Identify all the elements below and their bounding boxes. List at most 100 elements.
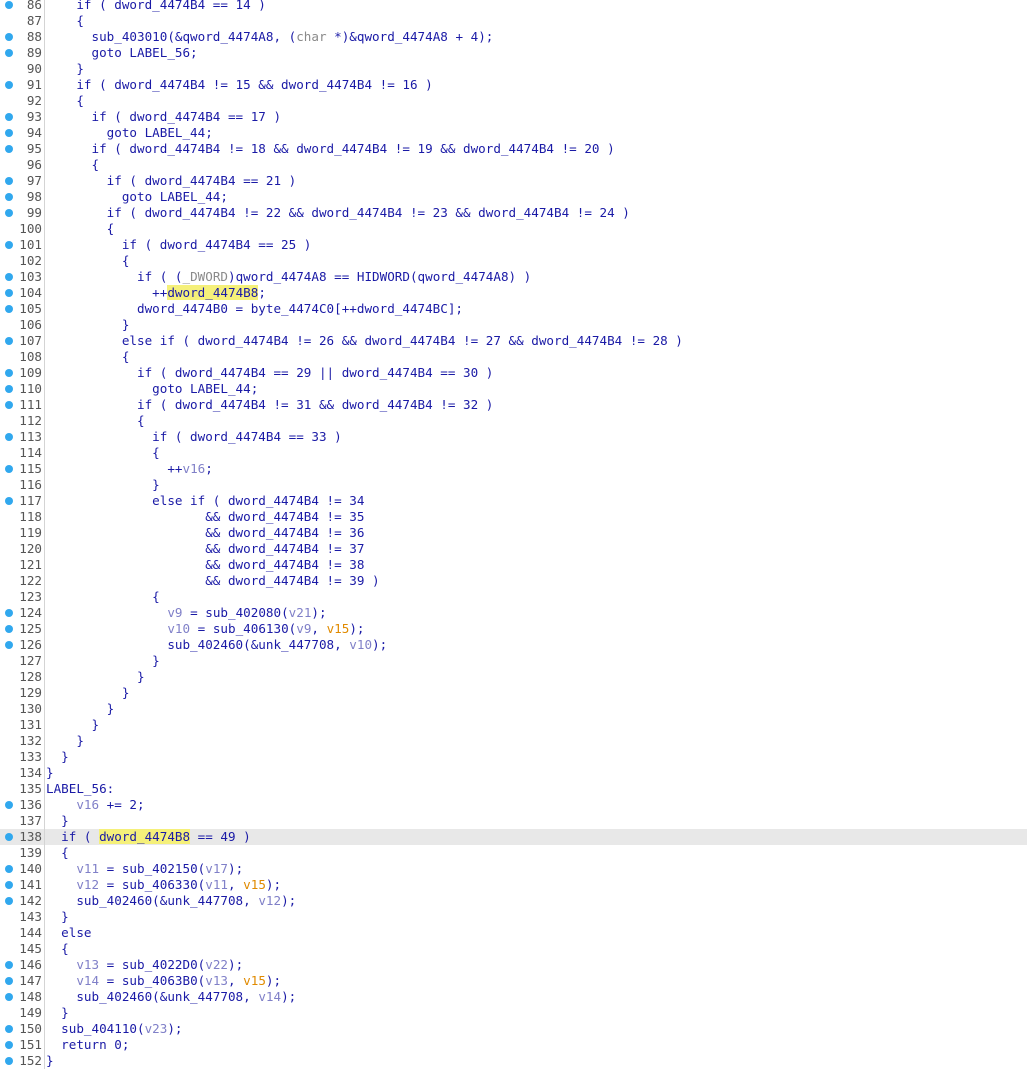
local-variable[interactable]: v16	[182, 461, 205, 476]
code-token[interactable]: }	[46, 1005, 69, 1020]
code-line[interactable]: 149 }	[0, 1005, 1027, 1021]
code-token[interactable]: && dword_4474B4 != 36	[46, 525, 364, 540]
code-text[interactable]: dword_4474B0 = byte_4474C0[++dword_4474B…	[46, 301, 463, 317]
code-text[interactable]: }	[46, 909, 69, 925]
code-line[interactable]: 124 v9 = sub_402080(v21);	[0, 605, 1027, 621]
code-line[interactable]: 91 if ( dword_4474B4 != 15 && dword_4474…	[0, 77, 1027, 93]
code-token[interactable]: goto LABEL_44;	[46, 381, 258, 396]
code-token[interactable]: );	[266, 877, 281, 892]
code-token[interactable]: sub_404110(	[46, 1021, 144, 1036]
code-text[interactable]: if ( dword_4474B4 != 18 && dword_4474B4 …	[46, 141, 614, 157]
code-text[interactable]: }	[46, 477, 160, 493]
code-token[interactable]: {	[46, 13, 84, 28]
code-token[interactable]: LABEL_56:	[46, 781, 114, 796]
code-line[interactable]: 113 if ( dword_4474B4 == 33 )	[0, 429, 1027, 445]
code-text[interactable]: }	[46, 701, 115, 717]
code-line[interactable]: 148 sub_402460(&unk_447708, v14);	[0, 989, 1027, 1005]
local-variable[interactable]: v11	[205, 877, 228, 892]
code-line[interactable]: 137 }	[0, 813, 1027, 829]
code-text[interactable]: && dword_4474B4 != 39 )	[46, 573, 379, 589]
code-token[interactable]: && dword_4474B4 != 37	[46, 541, 364, 556]
code-token[interactable]	[46, 861, 76, 876]
code-text[interactable]: && dword_4474B4 != 37	[46, 541, 364, 557]
code-text[interactable]: {	[46, 445, 160, 461]
code-line[interactable]: 117 else if ( dword_4474B4 != 34	[0, 493, 1027, 509]
code-line[interactable]: 96 {	[0, 157, 1027, 173]
code-text[interactable]: else if ( dword_4474B4 != 26 && dword_44…	[46, 333, 683, 349]
code-text[interactable]: if ( dword_4474B4 == 21 )	[46, 173, 297, 189]
code-line[interactable]: 93 if ( dword_4474B4 == 17 )	[0, 109, 1027, 125]
type-cast[interactable]: char	[296, 29, 326, 44]
code-line[interactable]: 128 }	[0, 669, 1027, 685]
code-token[interactable]: }	[46, 1053, 54, 1068]
code-line[interactable]: 151 return 0;	[0, 1037, 1027, 1053]
code-line[interactable]: 121 && dword_4474B4 != 38	[0, 557, 1027, 573]
code-line[interactable]: 141 v12 = sub_406330(v11, v15);	[0, 877, 1027, 893]
code-line[interactable]: 103 if ( (_DWORD)qword_4474A8 == HIDWORD…	[0, 269, 1027, 285]
local-variable[interactable]: v12	[76, 877, 99, 892]
code-token[interactable]: }	[46, 61, 84, 76]
local-variable[interactable]: v21	[289, 605, 312, 620]
code-line[interactable]: 112 {	[0, 413, 1027, 429]
code-token[interactable]: if (	[46, 829, 99, 844]
code-line[interactable]: 145 {	[0, 941, 1027, 957]
code-token[interactable]: }	[46, 813, 69, 828]
code-text[interactable]: sub_402460(&unk_447708, v10);	[46, 637, 387, 653]
code-text[interactable]: }	[46, 1005, 69, 1021]
code-token[interactable]: {	[46, 221, 115, 236]
code-token[interactable]: if ( dword_4474B4 != 22 && dword_4474B4 …	[46, 205, 630, 220]
code-token[interactable]: if ( dword_4474B4 == 33 )	[46, 429, 342, 444]
code-token[interactable]: ;	[258, 285, 266, 300]
code-line[interactable]: 131 }	[0, 717, 1027, 733]
highlighted-identifier[interactable]: dword_4474B8	[167, 285, 259, 300]
code-text[interactable]: LABEL_56:	[46, 781, 114, 797]
code-text[interactable]: v14 = sub_4063B0(v13, v15);	[46, 973, 281, 989]
local-variable[interactable]: v13	[205, 973, 228, 988]
code-text[interactable]: v12 = sub_406330(v11, v15);	[46, 877, 281, 893]
code-token[interactable]: else if ( dword_4474B4 != 34	[46, 493, 364, 508]
code-text[interactable]: if ( dword_4474B4 != 15 && dword_4474B4 …	[46, 77, 432, 93]
code-line[interactable]: 118 && dword_4474B4 != 35	[0, 509, 1027, 525]
code-line-current[interactable]: 138 if ( dword_4474B8 == 49 )	[0, 829, 1027, 845]
code-text[interactable]: v13 = sub_4022D0(v22);	[46, 957, 243, 973]
code-token[interactable]: = sub_402080(	[183, 605, 289, 620]
code-text[interactable]: }	[46, 1053, 54, 1069]
code-token[interactable]: sub_403010(&qword_4474A8, (	[46, 29, 296, 44]
code-text[interactable]: if ( (_DWORD)qword_4474A8 == HIDWORD(qwo…	[46, 269, 531, 285]
code-token[interactable]: ;	[205, 461, 213, 476]
code-text[interactable]: }	[46, 733, 84, 749]
code-token[interactable]: goto LABEL_56;	[46, 45, 197, 60]
code-line[interactable]: 139 {	[0, 845, 1027, 861]
code-token[interactable]: );	[349, 621, 364, 636]
code-line[interactable]: 92 {	[0, 93, 1027, 109]
local-variable[interactable]: v11	[76, 861, 99, 876]
code-text[interactable]: goto LABEL_56;	[46, 45, 197, 61]
code-line[interactable]: 109 if ( dword_4474B4 == 29 || dword_447…	[0, 365, 1027, 381]
local-variable[interactable]: v16	[76, 797, 99, 812]
code-token[interactable]: }	[46, 733, 84, 748]
code-token[interactable]: {	[46, 845, 69, 860]
code-token[interactable]: {	[46, 157, 99, 172]
local-variable[interactable]: v10	[349, 637, 372, 652]
code-token[interactable]: );	[228, 861, 243, 876]
code-text[interactable]: ++v16;	[46, 461, 213, 477]
code-token[interactable]	[46, 957, 76, 972]
code-line[interactable]: 105 dword_4474B0 = byte_4474C0[++dword_4…	[0, 301, 1027, 317]
code-token[interactable]: );	[372, 637, 387, 652]
code-token[interactable]: += 2;	[99, 797, 145, 812]
code-text[interactable]: {	[46, 349, 130, 365]
code-text[interactable]: {	[46, 221, 115, 237]
code-token[interactable]: ,	[228, 973, 243, 988]
code-token[interactable]: else if ( dword_4474B4 != 26 && dword_44…	[46, 333, 683, 348]
code-text[interactable]: if ( dword_4474B4 == 29 || dword_4474B4 …	[46, 365, 493, 381]
code-line[interactable]: 140 v11 = sub_402150(v17);	[0, 861, 1027, 877]
code-line[interactable]: 87 {	[0, 13, 1027, 29]
code-token[interactable]: {	[46, 253, 130, 268]
code-token[interactable]: );	[281, 989, 296, 1004]
local-variable[interactable]: v12	[258, 893, 281, 908]
code-line[interactable]: 127 }	[0, 653, 1027, 669]
code-line[interactable]: 88 sub_403010(&qword_4474A8, (char *)&qw…	[0, 29, 1027, 45]
code-text[interactable]: v16 += 2;	[46, 797, 145, 813]
code-token[interactable]: ++	[46, 461, 182, 476]
code-token[interactable]: if ( dword_4474B4 == 17 )	[46, 109, 281, 124]
